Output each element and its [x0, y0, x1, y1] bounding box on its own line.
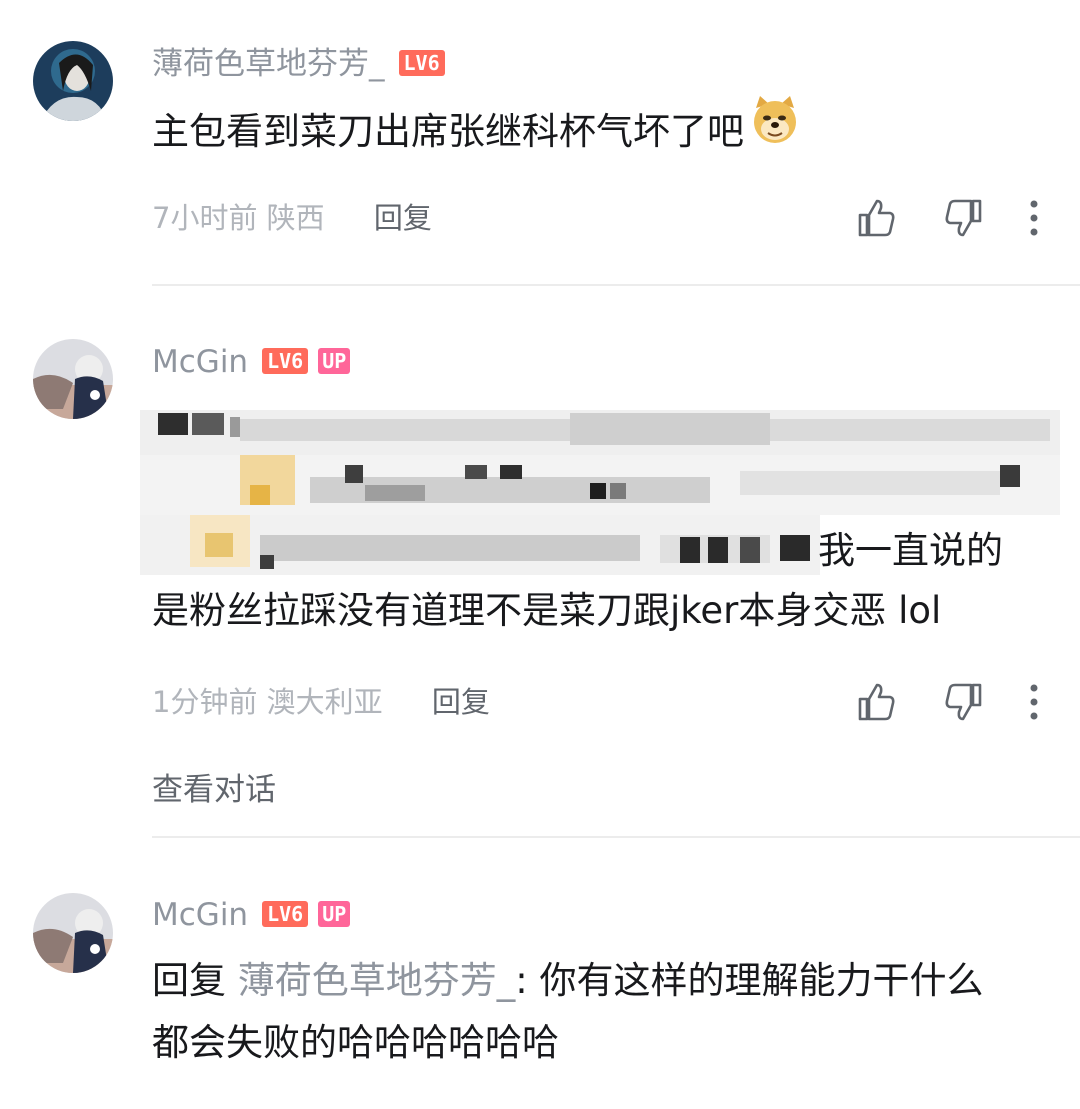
doge-emoji-icon	[750, 94, 800, 161]
timestamp: 7小时前	[152, 201, 258, 235]
thumbs-up-icon[interactable]	[856, 681, 898, 723]
comment-meta: 1分钟前 澳大利亚 回复	[152, 684, 490, 720]
more-icon[interactable]	[1028, 198, 1040, 238]
username[interactable]: McGin LV6 UP	[152, 896, 351, 934]
thumbs-up-icon[interactable]	[856, 197, 898, 239]
avatar[interactable]	[33, 41, 113, 121]
mention-link[interactable]: 薄荷色草地芬芳_	[238, 959, 516, 1002]
comment-text: 主包看到菜刀出席张继科杯气坏了吧	[152, 96, 1040, 167]
thumbs-down-icon[interactable]	[942, 681, 984, 723]
comment-text-line1: 回复 薄荷色草地芬芳_: 你有这样的理解能力干什么	[152, 959, 984, 1002]
level-badge: LV6	[398, 49, 445, 76]
comment-text-line2: 都会失败的哈哈哈哈哈哈	[152, 1021, 559, 1064]
avatar[interactable]	[33, 893, 113, 973]
timestamp: 1分钟前	[152, 685, 258, 719]
reply-prefix: 回复	[152, 959, 226, 1002]
comment-actions	[812, 682, 1040, 722]
reply-button[interactable]: 回复	[432, 685, 490, 719]
up-badge: UP	[318, 900, 351, 927]
username[interactable]: McGin LV6 UP	[152, 343, 351, 381]
level-badge: LV6	[262, 347, 309, 374]
thumbs-down-icon[interactable]	[942, 197, 984, 239]
comment-text-line2: 是粉丝拉踩没有道理不是菜刀跟jker本身交恶 lol	[152, 589, 942, 632]
view-conversation-link[interactable]: 查看对话	[152, 764, 276, 809]
location: 陕西	[266, 201, 325, 235]
location: 澳大利亚	[266, 685, 383, 719]
up-badge: UP	[318, 347, 351, 374]
comment-actions	[812, 198, 1040, 238]
divider	[152, 284, 1080, 286]
more-icon[interactable]	[1028, 682, 1040, 722]
level-badge: LV6	[262, 900, 309, 927]
avatar[interactable]	[33, 339, 113, 419]
comment-text-line1: 我一直说的	[818, 529, 1003, 572]
comment-meta: 7小时前 陕西 回复	[152, 200, 432, 236]
reply-button[interactable]: 回复	[374, 201, 432, 235]
divider	[152, 836, 1080, 838]
username[interactable]: 薄荷色草地芬芳_ LV6	[152, 45, 445, 83]
